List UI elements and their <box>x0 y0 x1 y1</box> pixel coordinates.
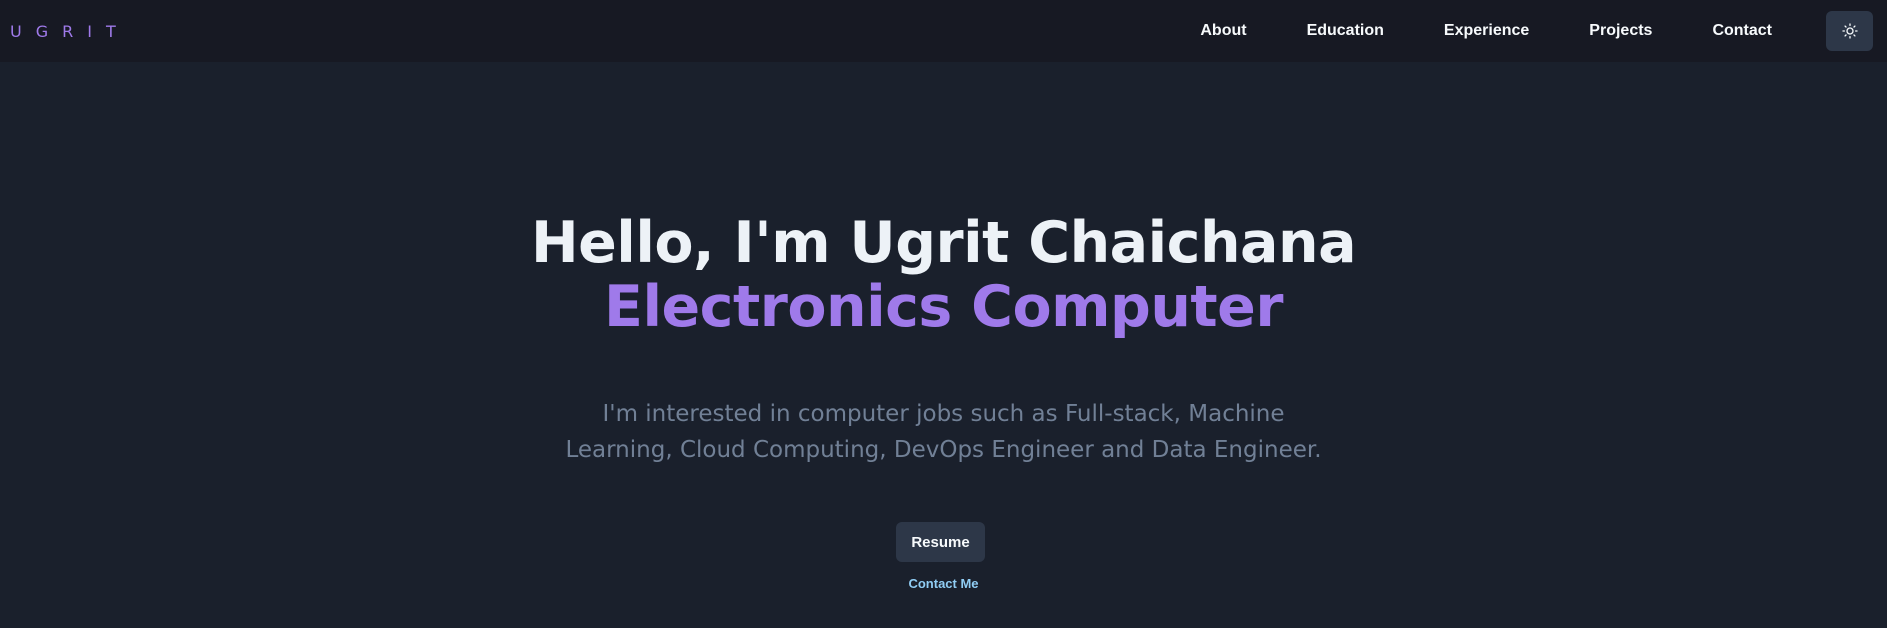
hero-subtitle: Electronics Computer <box>604 274 1283 340</box>
hero-description: I'm interested in computer jobs such as … <box>565 401 1322 463</box>
hero-section: Hello, I'm Ugrit Chaichana Electronics C… <box>0 62 1887 628</box>
sun-icon <box>1841 23 1858 39</box>
nav-links: About Education Experience Projects Cont… <box>1200 0 1873 62</box>
nav-link-about[interactable]: About <box>1200 22 1246 40</box>
theme-toggle-button[interactable] <box>1826 11 1873 51</box>
navbar: UGRIT About Education Experience Project… <box>0 0 1887 62</box>
nav-link-experience[interactable]: Experience <box>1444 22 1529 40</box>
contact-me-link[interactable]: Contact Me <box>0 576 1887 591</box>
site-logo[interactable]: UGRIT <box>10 22 130 41</box>
nav-link-contact[interactable]: Contact <box>1712 22 1772 40</box>
nav-link-projects[interactable]: Projects <box>1589 22 1652 40</box>
resume-button[interactable]: Resume <box>896 522 985 562</box>
nav-link-education[interactable]: Education <box>1307 22 1384 40</box>
hero-title: Hello, I'm Ugrit Chaichana <box>530 210 1357 276</box>
